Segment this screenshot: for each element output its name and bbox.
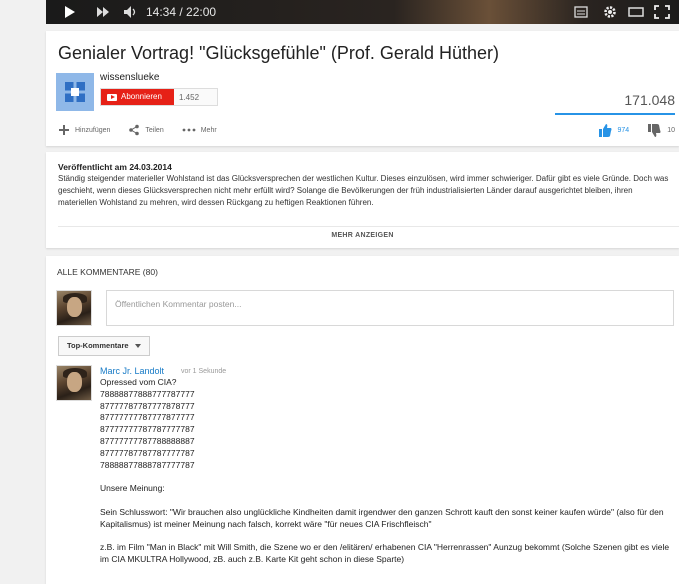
subscribe-label: Abonnieren: [121, 92, 162, 101]
likes-area: 974 10: [598, 124, 675, 137]
share-label: Teilen: [145, 126, 164, 134]
play-icon[interactable]: [64, 0, 78, 24]
description-text: Ständig steigender materieller Wohlstand…: [58, 174, 669, 207]
comment-line: Sein Schlusswort: "Wir brauchen also ung…: [100, 506, 666, 529]
more-button[interactable]: Mehr: [182, 124, 217, 136]
theater-mode-icon[interactable]: [628, 3, 644, 27]
dislike-count: 10: [667, 127, 675, 134]
subscriber-count: 1.452: [174, 89, 217, 105]
comment-line: 78888877888777787777: [100, 388, 195, 399]
plus-icon: [59, 125, 69, 135]
chevron-down-icon: [134, 344, 141, 348]
like-ratio-bar: [555, 113, 675, 115]
more-label: Mehr: [200, 126, 217, 134]
thumbs-up-icon[interactable]: [598, 124, 612, 137]
like-count: 974: [617, 127, 630, 134]
comment-line: 87777777787788888887: [100, 435, 195, 446]
comment-line: ​: [100, 471, 675, 483]
view-count: 171.048: [624, 92, 675, 108]
publish-date: Veröffentlicht am 24.03.2014: [58, 162, 172, 172]
add-to-button[interactable]: Hinzufügen: [58, 124, 110, 136]
comment-line: ​: [100, 495, 675, 507]
next-icon[interactable]: [96, 0, 110, 24]
share-icon: [129, 124, 140, 136]
comment-line: 87777787787787777787: [100, 447, 195, 458]
volume-icon[interactable]: [123, 0, 137, 24]
subscribe-button[interactable]: Abonnieren: [101, 89, 174, 105]
share-button[interactable]: Teilen: [128, 124, 164, 136]
comment-line: Unsere Meinung:: [100, 483, 165, 494]
avatar: [56, 290, 92, 326]
youtube-icon: [107, 93, 117, 101]
show-more-button[interactable]: MEHR ANZEIGEN: [46, 232, 679, 239]
sort-label: Top-Kommentare: [67, 341, 129, 350]
avatar[interactable]: [56, 365, 92, 401]
add-label: Hinzufügen: [75, 126, 111, 134]
gear-icon[interactable]: [602, 3, 618, 27]
time-display: 14:34 / 22:00: [146, 5, 217, 19]
comment-line: 87777787787777878777: [100, 400, 195, 411]
more-dots-icon: [182, 128, 196, 132]
video-title: Genialer Vortrag! "Glücksgefühle" (Prof.…: [58, 43, 499, 63]
divider: [58, 226, 679, 227]
sort-dropdown[interactable]: Top-Kommentare: [58, 336, 150, 356]
comment-time[interactable]: vor 1 Sekunde: [181, 368, 226, 375]
comment-author[interactable]: Marc Jr. Landolt: [100, 366, 164, 376]
comment-input[interactable]: Öffentlichen Kommentar posten...: [106, 290, 674, 326]
comment-line: z.B. im Film "Man in Black" mit Will Smi…: [100, 542, 672, 564]
channel-avatar[interactable]: [56, 73, 94, 111]
description-card: Veröffentlicht am 24.03.2014 Ständig ste…: [46, 152, 679, 248]
captions-icon[interactable]: [574, 3, 588, 27]
comment-line: 78888877888787777787: [100, 459, 195, 470]
channel-name[interactable]: wissenslueke: [100, 72, 159, 83]
comments-header: ALLE KOMMENTARE (80): [57, 267, 158, 277]
comment-line: ​: [100, 530, 675, 542]
video-player-controls: 14:34 / 22:00: [46, 0, 679, 24]
fullscreen-icon[interactable]: [654, 3, 670, 27]
comment-line: 87777777787787777787: [100, 424, 195, 435]
comment-body: Opressed vom CIA? 78888877888777787777 8…: [100, 377, 675, 566]
video-info-card: Genialer Vortrag! "Glücksgefühle" (Prof.…: [46, 31, 679, 146]
comments-section: ALLE KOMMENTARE (80) Öffentlichen Kommen…: [46, 256, 679, 584]
comment-line: Opressed vom CIA?: [100, 377, 177, 387]
subscribe-widget: Abonnieren 1.452: [100, 88, 218, 106]
thumbs-down-icon[interactable]: [647, 124, 661, 137]
comment-line: 87777777787777877777: [100, 412, 195, 423]
action-bar: Hinzufügen Teilen Mehr: [58, 124, 217, 136]
